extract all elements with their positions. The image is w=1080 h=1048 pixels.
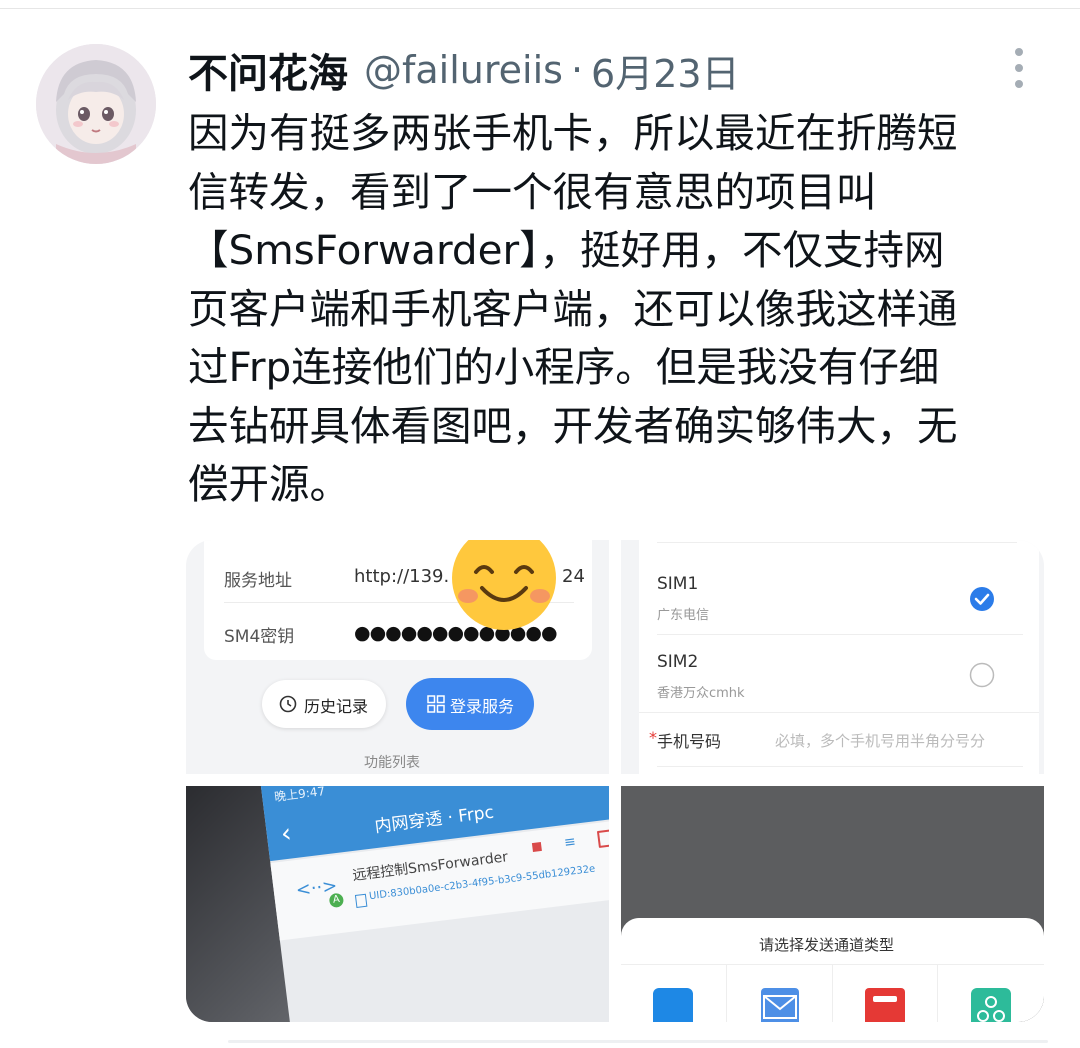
server-label: 服务地址 bbox=[224, 571, 292, 591]
bottom-divider bbox=[228, 1040, 1048, 1043]
media-image-2[interactable]: SIM1 广东电信 SIM2 香港万众cmhk * 手机号码 必填，多个手机号用… bbox=[621, 540, 1044, 774]
sheet-title: 请选择发送通道类型 bbox=[759, 936, 895, 954]
smiley-emoji bbox=[452, 540, 556, 630]
sim-row-divider-top bbox=[657, 542, 1017, 543]
bark-icon-bar bbox=[873, 996, 897, 1002]
display-name[interactable]: 不问花海 bbox=[188, 41, 348, 99]
required-mark: * bbox=[649, 728, 657, 747]
function-list-label: 功能列表 bbox=[364, 755, 420, 771]
phone-screen: 晚上9:47 ‹ 内网穿透 · Frpc <··> A 远程控制SmsForwa… bbox=[256, 786, 609, 1022]
sim-row-divider bbox=[657, 634, 1023, 635]
history-button[interactable]: 历史记录 bbox=[262, 680, 386, 728]
key-label: SM4密钥 bbox=[224, 627, 295, 647]
server-value-tail: 24 bbox=[562, 566, 585, 587]
history-button-label: 历史记录 bbox=[304, 697, 369, 716]
sheet-col-divider-1 bbox=[726, 965, 727, 1022]
sort-icon[interactable]: ≡ bbox=[563, 834, 577, 851]
sim1-label: SIM1 bbox=[657, 574, 699, 594]
sim-row-divider-2 bbox=[639, 712, 1039, 713]
login-button[interactable]: 登录服务 bbox=[406, 678, 534, 730]
tweet-date[interactable]: 6月23日 bbox=[591, 43, 740, 98]
separator-dot: · bbox=[570, 48, 584, 92]
sim2-carrier: 香港万众cmhk bbox=[657, 686, 745, 701]
media-image-1[interactable]: 服务地址 http://139. 24 SM4密钥 ●●●●●●●●●●●●● … bbox=[186, 540, 609, 774]
server-value: http://139. bbox=[354, 566, 450, 587]
phone-label: 手机号码 bbox=[657, 732, 722, 751]
sim1-carrier: 广东电信 bbox=[657, 608, 710, 623]
user-avatar[interactable] bbox=[36, 44, 156, 164]
stop-icon[interactable] bbox=[531, 842, 542, 853]
dingtalk-icon[interactable] bbox=[653, 988, 693, 1022]
login-button-label: 登录服务 bbox=[450, 697, 515, 716]
tweet-header: 不问花海 @failureiis · 6月23日 bbox=[188, 40, 740, 100]
email-icon[interactable] bbox=[761, 988, 799, 1022]
media-image-3[interactable]: 晚上9:47 ‹ 内网穿透 · Frpc <··> A 远程控制SmsForwa… bbox=[186, 786, 609, 1022]
webhook-icon[interactable] bbox=[971, 988, 1011, 1022]
clock-icon bbox=[279, 695, 297, 713]
avatar-anime-girl-icon bbox=[36, 44, 156, 164]
grid-icon bbox=[427, 695, 445, 713]
bark-icon[interactable] bbox=[865, 988, 905, 1022]
checkmark-icon[interactable] bbox=[969, 586, 995, 612]
media-image-4[interactable]: 请选择发送通道类型 bbox=[621, 786, 1044, 1022]
sheet-col-divider-3 bbox=[937, 965, 938, 1022]
more-vertical-icon[interactable] bbox=[1004, 46, 1034, 90]
top-divider bbox=[0, 8, 1080, 9]
sim-row-divider-3 bbox=[657, 766, 1023, 767]
tweet-text: 因为有挺多两张手机卡，所以最近在折腾短 信转发，看到了一个很有意思的项目叫 【S… bbox=[188, 109, 958, 508]
radio-icon[interactable] bbox=[969, 662, 995, 688]
sim2-label: SIM2 bbox=[657, 652, 699, 672]
phone-input[interactable]: 必填，多个手机号用半角分号分 bbox=[775, 730, 1011, 751]
user-handle[interactable]: @failureiis bbox=[364, 48, 563, 92]
media-grid: 服务地址 http://139. 24 SM4密钥 ●●●●●●●●●●●●● … bbox=[186, 540, 1044, 1022]
sheet-col-divider-2 bbox=[832, 965, 833, 1022]
trash-icon[interactable] bbox=[596, 829, 609, 848]
copy-icon[interactable] bbox=[354, 893, 368, 908]
